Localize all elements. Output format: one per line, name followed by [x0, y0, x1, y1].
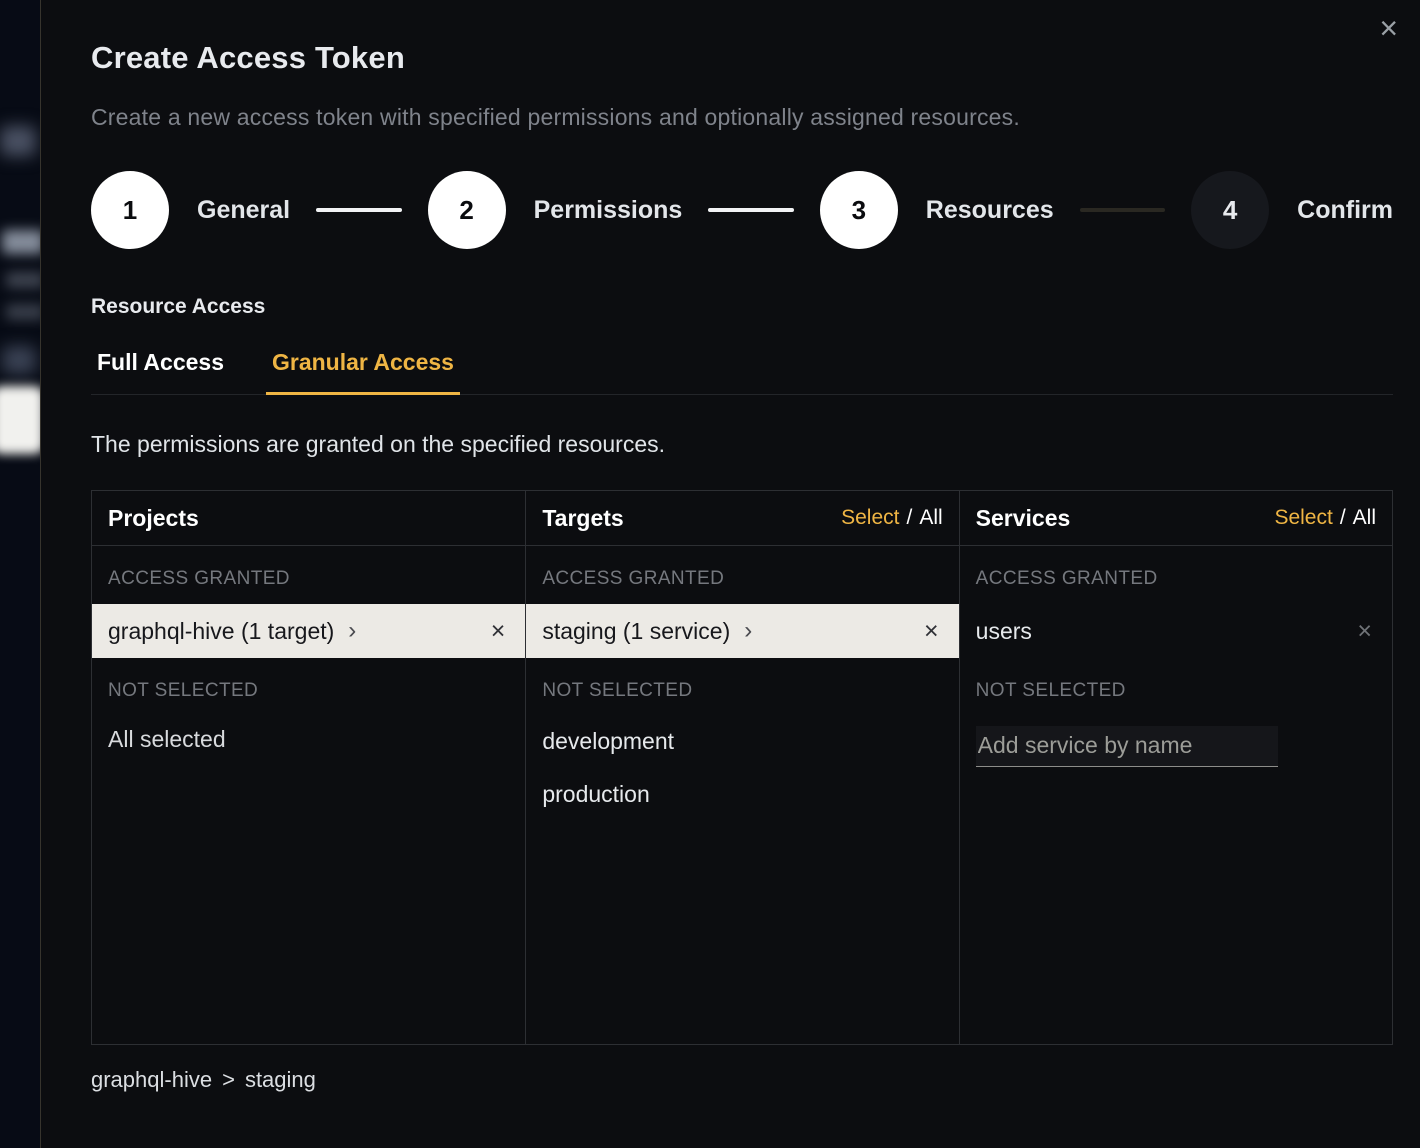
target-option-production[interactable]: production [542, 781, 942, 808]
modal-subtitle: Create a new access token with specified… [91, 104, 1392, 131]
granted-service-label: users [976, 618, 1032, 645]
access-granted-label: ACCESS GRANTED [976, 568, 1376, 590]
targets-column: Targets Select / All ACCESS GRANTED stag… [525, 491, 958, 1044]
breadcrumb: graphql-hive > staging [91, 1067, 1392, 1093]
remove-target-icon[interactable]: × [924, 619, 939, 644]
services-all-link[interactable]: All [1353, 506, 1376, 530]
step-general[interactable]: 1 General [91, 171, 290, 249]
resource-access-heading: Resource Access [91, 295, 1392, 319]
projects-header-label: Projects [108, 505, 199, 532]
background-page [0, 0, 40, 1148]
resource-access-tabs: Full Access Granular Access [91, 349, 1393, 395]
step-4-circle: 4 [1191, 171, 1269, 249]
services-column-header: Services Select / All [960, 491, 1392, 546]
projects-column: Projects ACCESS GRANTED graphql-hive (1 … [92, 491, 525, 1044]
breadcrumb-target: staging [245, 1067, 316, 1093]
blurred-content [0, 126, 36, 156]
remove-service-icon[interactable]: × [1357, 619, 1372, 644]
target-option-development[interactable]: development [542, 728, 942, 755]
blurred-content [6, 304, 40, 320]
granted-project-label: graphql-hive (1 target) [108, 618, 334, 645]
step-1-circle: 1 [91, 171, 169, 249]
step-connector [1080, 208, 1166, 212]
blurred-content [2, 230, 40, 254]
step-confirm[interactable]: 4 Confirm [1191, 171, 1393, 249]
create-access-token-modal: × Create Access Token Create a new acces… [40, 0, 1420, 1148]
remove-project-icon[interactable]: × [491, 619, 506, 644]
tab-full-access[interactable]: Full Access [91, 349, 230, 395]
not-selected-label: NOT SELECTED [542, 680, 942, 702]
blurred-content [6, 272, 40, 288]
step-connector [316, 208, 402, 212]
step-resources[interactable]: 3 Resources [820, 171, 1054, 249]
close-icon[interactable]: × [1379, 12, 1398, 44]
access-granted-label: ACCESS GRANTED [542, 568, 942, 590]
step-connector [708, 208, 794, 212]
stepper: 1 General 2 Permissions 3 Resources 4 Co… [91, 171, 1393, 249]
all-selected-note: All selected [108, 726, 509, 753]
granted-target-label: staging (1 service) [542, 618, 730, 645]
step-2-circle: 2 [428, 171, 506, 249]
targets-all-link[interactable]: All [919, 506, 942, 530]
services-column: Services Select / All ACCESS GRANTED use… [959, 491, 1392, 1044]
resource-table: Projects ACCESS GRANTED graphql-hive (1 … [91, 490, 1393, 1045]
granted-service-row[interactable]: users × [960, 604, 1392, 658]
blurred-content [2, 346, 36, 374]
granular-access-description: The permissions are granted on the speci… [91, 431, 1392, 458]
chevron-right-icon: › [348, 619, 356, 643]
step-3-label: Resources [926, 196, 1054, 225]
breadcrumb-separator: > [222, 1067, 235, 1093]
chevron-right-icon: › [744, 619, 752, 643]
step-permissions[interactable]: 2 Permissions [428, 171, 683, 249]
granted-project-row[interactable]: graphql-hive (1 target) › × [92, 604, 525, 658]
services-select-all: Select / All [1274, 506, 1376, 530]
select-all-separator: / [1340, 506, 1346, 530]
step-3-circle: 3 [820, 171, 898, 249]
tab-granular-access[interactable]: Granular Access [266, 349, 460, 395]
step-2-label: Permissions [534, 196, 683, 225]
services-select-link[interactable]: Select [1274, 506, 1332, 530]
targets-select-link[interactable]: Select [841, 506, 899, 530]
targets-select-all: Select / All [841, 506, 943, 530]
targets-column-header: Targets Select / All [526, 491, 958, 546]
not-selected-label: NOT SELECTED [976, 680, 1376, 702]
breadcrumb-project: graphql-hive [91, 1067, 212, 1093]
blurred-content [0, 386, 40, 454]
select-all-separator: / [906, 506, 912, 530]
access-granted-label: ACCESS GRANTED [108, 568, 509, 590]
services-header-label: Services [976, 505, 1071, 532]
add-service-input[interactable] [976, 726, 1278, 767]
step-1-label: General [197, 196, 290, 225]
step-4-label: Confirm [1297, 196, 1393, 225]
granted-target-row[interactable]: staging (1 service) › × [526, 604, 958, 658]
targets-header-label: Targets [542, 505, 623, 532]
projects-column-header: Projects [92, 491, 525, 546]
page-title: Create Access Token [91, 40, 1392, 76]
not-selected-label: NOT SELECTED [108, 680, 509, 702]
